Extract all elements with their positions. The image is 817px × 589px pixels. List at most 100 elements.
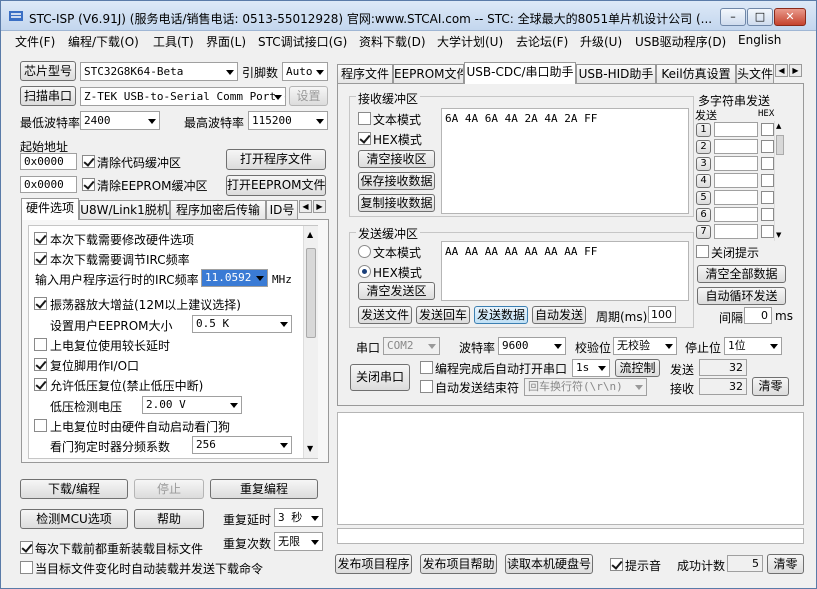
clear-count-button[interactable]: 清零 <box>752 377 789 396</box>
code-address-input[interactable]: 0x0000 <box>20 153 77 170</box>
tab-program-file[interactable]: 程序文件 <box>337 64 393 84</box>
max-baud-select[interactable]: 115200 <box>248 111 328 130</box>
tab-keil-settings[interactable]: Keil仿真设置 <box>656 64 736 84</box>
multi-hex-checkbox-4[interactable] <box>761 174 774 187</box>
multi-string-scrollbar[interactable]: ▲ ▼ <box>774 121 785 241</box>
multi-send-button-3[interactable]: 3 <box>696 157 711 171</box>
chip-model-select[interactable]: STC32G8K64-Beta <box>80 62 238 81</box>
menu-tools[interactable]: 工具(T) <box>153 33 194 50</box>
copy-receive-button[interactable]: 复制接收数据 <box>358 194 435 212</box>
min-baud-select[interactable]: 2400 <box>80 111 160 130</box>
clear-send-button[interactable]: 清空发送区 <box>358 282 435 300</box>
auto-open-delay-select[interactable]: 1s <box>572 359 610 377</box>
close-icon[interactable]: ✕ <box>774 8 806 26</box>
scan-port-button[interactable]: 扫描串口 <box>20 86 76 106</box>
multi-hex-checkbox-7[interactable] <box>761 225 774 238</box>
repeat-delay-select[interactable]: 3 秒 <box>274 508 323 527</box>
scroll-up-icon[interactable]: ▲ <box>776 122 781 130</box>
clear-all-data-button[interactable]: 清空全部数据 <box>697 265 786 283</box>
multi-string-input-1[interactable] <box>714 122 758 137</box>
port-select[interactable]: COM2 <box>383 337 440 355</box>
end-char-select[interactable]: 回车换行符(\r\n) <box>524 378 647 396</box>
open-program-file-button[interactable]: 打开程序文件 <box>226 149 326 170</box>
multi-string-input-4[interactable] <box>714 173 758 188</box>
scroll-down-icon[interactable]: ▼ <box>307 444 313 453</box>
menu-english[interactable]: English <box>738 33 781 47</box>
open-eeprom-file-button[interactable]: 打开EEPROM文件 <box>226 175 326 196</box>
long-reset-delay-checkbox[interactable] <box>34 338 47 351</box>
menu-upgrade[interactable]: 升级(U) <box>580 33 622 50</box>
tab-eeprom-file[interactable]: EEPROM文件 <box>393 64 464 84</box>
maximize-icon[interactable]: □ <box>747 8 773 26</box>
tab-header-file[interactable]: 头文件 <box>736 64 774 84</box>
read-disk-id-button[interactable]: 读取本机硬盘号 <box>505 554 593 574</box>
auto-send-end-checkbox[interactable] <box>420 380 433 393</box>
auto-send-button[interactable]: 自动发送 <box>532 306 586 324</box>
clear-receive-button[interactable]: 清空接收区 <box>358 150 435 168</box>
help-button[interactable]: 帮助 <box>134 509 204 529</box>
multi-send-button-6[interactable]: 6 <box>696 208 711 222</box>
flow-control-button[interactable]: 流控制 <box>615 359 660 377</box>
send-return-button[interactable]: 发送回车 <box>416 306 470 324</box>
settings-button[interactable]: 设置 <box>289 86 328 106</box>
multi-send-button-7[interactable]: 7 <box>696 225 711 239</box>
multi-send-button-2[interactable]: 2 <box>696 140 711 154</box>
low-voltage-reset-checkbox[interactable] <box>34 378 47 391</box>
recv-text-mode-checkbox[interactable] <box>358 112 371 125</box>
multi-string-input-6[interactable] <box>714 207 758 222</box>
reset-pin-io-checkbox[interactable] <box>34 358 47 371</box>
low-voltage-select[interactable]: 2.00 V <box>142 396 242 414</box>
multi-hex-checkbox-6[interactable] <box>761 208 774 221</box>
check-mcu-button[interactable]: 检测MCU选项 <box>20 509 128 529</box>
tab-id-number[interactable]: ID号 <box>266 200 298 220</box>
clear-success-button[interactable]: 清零 <box>767 554 804 574</box>
options-scroll-thumb[interactable] <box>306 248 316 338</box>
interval-input[interactable]: 0 <box>744 307 772 324</box>
modify-hardware-checkbox[interactable] <box>34 232 47 245</box>
multi-send-button-5[interactable]: 5 <box>696 191 711 205</box>
multi-string-input-3[interactable] <box>714 156 758 171</box>
publish-program-button[interactable]: 发布项目程序 <box>335 554 412 574</box>
menu-university[interactable]: 大学计划(U) <box>437 33 503 50</box>
tab-hardware-options[interactable]: 硬件选项 <box>21 198 79 220</box>
multi-hex-checkbox-3[interactable] <box>761 157 774 170</box>
tab-scroll-left-icon[interactable]: ◀ <box>299 200 312 213</box>
options-scrollbar[interactable]: ▲ ▼ <box>303 226 318 458</box>
repeat-program-button[interactable]: 重复编程 <box>210 479 318 499</box>
publish-help-button[interactable]: 发布项目帮助 <box>420 554 497 574</box>
eeprom-size-select[interactable]: 0.5 K <box>192 315 292 333</box>
chip-model-button[interactable]: 芯片型号 <box>20 61 76 81</box>
multi-send-button-4[interactable]: 4 <box>696 174 711 188</box>
watchdog-prescaler-select[interactable]: 256 <box>192 436 292 454</box>
beep-checkbox[interactable] <box>610 558 623 571</box>
clear-eeprom-checkbox[interactable] <box>82 178 95 191</box>
repeat-count-select[interactable]: 无限 <box>274 532 323 551</box>
clear-code-checkbox[interactable] <box>82 155 95 168</box>
tab-u8w-offline[interactable]: U8W/Link1脱机 <box>79 200 170 220</box>
tab-scroll-left-icon[interactable]: ◀ <box>775 64 788 77</box>
send-text-mode-radio[interactable] <box>358 245 371 258</box>
parity-select[interactable]: 无校验 <box>613 337 677 355</box>
tab-usb-hid[interactable]: USB-HID助手 <box>576 64 656 84</box>
menu-interface[interactable]: 界面(L) <box>206 33 246 50</box>
serial-port-select[interactable]: Z-TEK USB-to-Serial Comm Port ( <box>80 87 286 106</box>
multi-string-input-2[interactable] <box>714 139 758 154</box>
receive-data-area[interactable]: 6A 4A 6A 4A 2A 4A 2A FF <box>441 108 689 214</box>
menu-file[interactable]: 文件(F) <box>15 33 55 50</box>
reload-before-download-checkbox[interactable] <box>20 541 33 554</box>
close-tip-checkbox[interactable] <box>696 245 709 258</box>
save-receive-button[interactable]: 保存接收数据 <box>358 172 435 190</box>
multi-string-input-7[interactable] <box>714 224 758 239</box>
tab-scroll-right-icon[interactable]: ▶ <box>313 200 326 213</box>
send-data-area[interactable]: AA AA AA AA AA AA AA FF <box>441 241 689 301</box>
stop-bits-select[interactable]: 1位 <box>724 337 782 355</box>
multi-string-input-5[interactable] <box>714 190 758 205</box>
menu-forum[interactable]: 去论坛(F) <box>516 33 568 50</box>
tab-serial-assistant[interactable]: USB-CDC/串口助手 <box>464 62 576 84</box>
multi-hex-checkbox-2[interactable] <box>761 140 774 153</box>
scroll-down-icon[interactable]: ▼ <box>776 231 781 239</box>
send-data-button[interactable]: 发送数据 <box>474 306 528 324</box>
minimize-icon[interactable]: – <box>720 8 746 26</box>
recv-hex-mode-checkbox[interactable] <box>358 132 371 145</box>
pin-count-select[interactable]: Auto <box>282 62 328 81</box>
